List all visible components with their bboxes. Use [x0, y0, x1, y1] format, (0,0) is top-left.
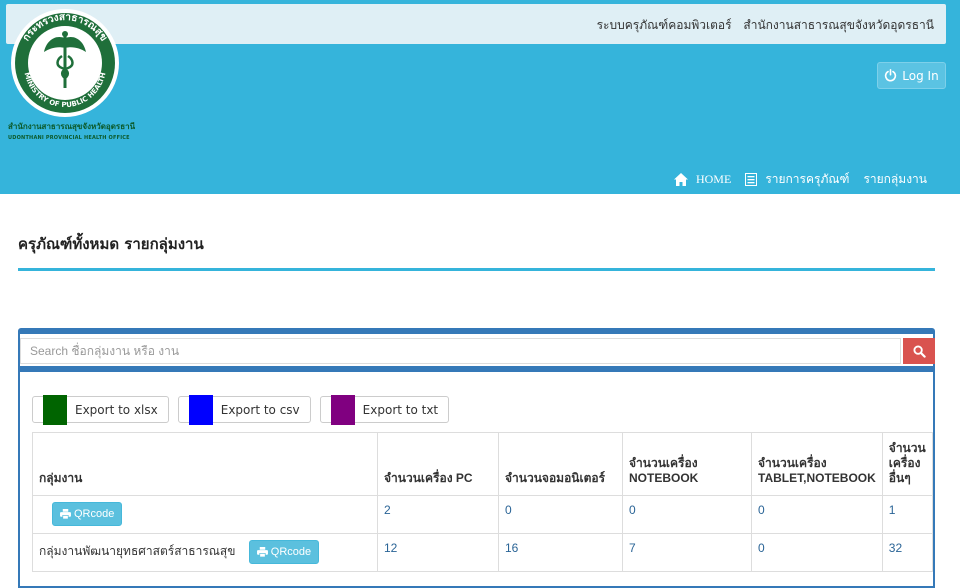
ministry-logo: กระทรวงสาธารณสุข MINISTRY OF PUBLIC HEAL… [11, 9, 119, 117]
txt-color-swatch [330, 394, 355, 425]
search-input[interactable]: Search ชื่อกลุ่มงาน หรือ งาน [20, 338, 901, 364]
qrcode-label: QRcode [74, 508, 115, 520]
col-header-group[interactable]: กลุ่มงาน [32, 432, 378, 496]
export-buttons: Export to xlsx Export to csv Export to t… [32, 394, 450, 425]
col-header-notebook[interactable]: จำนวนเครื่อง NOTEBOOK [622, 432, 752, 496]
group-cell: QRcode [32, 495, 378, 534]
tablet-count[interactable]: 0 [751, 495, 883, 534]
search-divider [20, 366, 933, 372]
export-csv-button[interactable]: Export to csv [177, 394, 311, 425]
site-header: ระบบครุภัณฑ์คอมพิวเตอร์ สำนักงานสาธารณสุ… [0, 0, 960, 194]
group-cell: กลุ่มงานพัฒนายุทธศาสตร์สาธารณสุข QRcode [32, 533, 378, 572]
top-info-links: ระบบครุภัณฑ์คอมพิวเตอร์ สำนักงานสาธารณสุ… [589, 16, 934, 35]
page-title: ครุภัณฑ์ทั้งหมด รายกลุ่มงาน [18, 235, 204, 253]
col-header-monitor[interactable]: จำนวนจอมอนิเตอร์ [498, 432, 623, 496]
logo-caption: สำนักงานสาธารณสุขจังหวัดอุดรธานี UDONTHA… [8, 120, 138, 141]
col-header-pc[interactable]: จำนวนเครื่อง PC [377, 432, 499, 496]
system-name[interactable]: ระบบครุภัณฑ์คอมพิวเตอร์ [597, 18, 732, 32]
search-icon [912, 344, 926, 358]
group-name: กลุ่มงานพัฒนายุทธศาสตร์สาธารณสุข [39, 544, 236, 559]
col-header-other[interactable]: จำนวน เครื่อง อื่นๆ [881, 432, 933, 496]
qrcode-button[interactable]: QRcode [248, 540, 320, 564]
nav-by-group-label: รายกลุ่มงาน [863, 172, 927, 186]
search-placeholder: Search ชื่อกลุ่มงาน หรือ งาน [30, 343, 180, 358]
top-info-bar: ระบบครุภัณฑ์คอมพิวเตอร์ สำนักงานสาธารณสุ… [6, 4, 946, 44]
export-csv-label: Export to csv [220, 402, 300, 417]
logo-caption-eng: UDONTHANI PROVINCIAL HEALTH OFFICE [8, 135, 130, 141]
other-count[interactable]: 1 [881, 495, 933, 534]
logo-caption-thai: สำนักงานสาธารณสุขจังหวัดอุดรธานี [8, 122, 136, 131]
nav-home-label: HOME [695, 172, 732, 186]
qrcode-label: QRcode [270, 546, 312, 558]
nav-equipment-list[interactable]: รายการครุภัณฑ์ [745, 170, 849, 189]
data-panel: Search ชื่อกลุ่มงาน หรือ งาน Export to x… [18, 328, 935, 588]
export-xlsx-label: Export to xlsx [75, 402, 158, 417]
nav-home[interactable]: HOME [673, 172, 732, 187]
nav-equipment-list-label: รายการครุภัณฑ์ [765, 172, 850, 186]
title-divider [18, 268, 935, 271]
office-name[interactable]: สำนักงานสาธารณสุขจังหวัดอุดรธานี [743, 18, 934, 32]
nav-by-group[interactable]: รายกลุ่มงาน [863, 170, 927, 189]
export-txt-label: Export to txt [362, 402, 439, 417]
notebook-count[interactable]: 7 [622, 533, 752, 572]
export-txt-button[interactable]: Export to txt [319, 394, 450, 425]
print-icon [256, 547, 268, 557]
monitor-count[interactable]: 16 [498, 533, 623, 572]
table-row: QRcode 2 0 0 0 1 [32, 495, 933, 534]
tablet-count[interactable]: 0 [751, 533, 883, 572]
monitor-count[interactable]: 0 [498, 495, 623, 534]
other-count[interactable]: 32 [881, 533, 933, 572]
login-label: Log In [902, 68, 939, 83]
print-icon [60, 509, 71, 519]
export-xlsx-button[interactable]: Export to xlsx [32, 394, 169, 425]
pc-count[interactable]: 12 [377, 533, 499, 572]
xlsx-color-swatch [43, 394, 67, 425]
home-icon [673, 173, 688, 186]
group-equipment-table: กลุ่มงาน จำนวนเครื่อง PC จำนวนจอมอนิเตอร… [32, 432, 933, 572]
csv-color-swatch [188, 394, 213, 425]
main-nav: HOME รายการครุภัณฑ์ รายกลุ่มงาน [666, 170, 927, 189]
col-header-tablet[interactable]: จำนวนเครื่อง TABLET,NOTEBOOK [751, 432, 883, 496]
search-button[interactable] [903, 338, 935, 364]
login-button[interactable]: Log In [877, 62, 946, 89]
qrcode-button[interactable]: QRcode [52, 502, 123, 526]
table-row: กลุ่มงานพัฒนายุทธศาสตร์สาธารณสุข QRcode … [32, 533, 933, 572]
pc-count[interactable]: 2 [377, 495, 499, 534]
table-header-row: กลุ่มงาน จำนวนเครื่อง PC จำนวนจอมอนิเตอร… [32, 432, 933, 496]
power-icon [885, 69, 897, 82]
notebook-count[interactable]: 0 [622, 495, 752, 534]
list-icon [745, 173, 758, 186]
